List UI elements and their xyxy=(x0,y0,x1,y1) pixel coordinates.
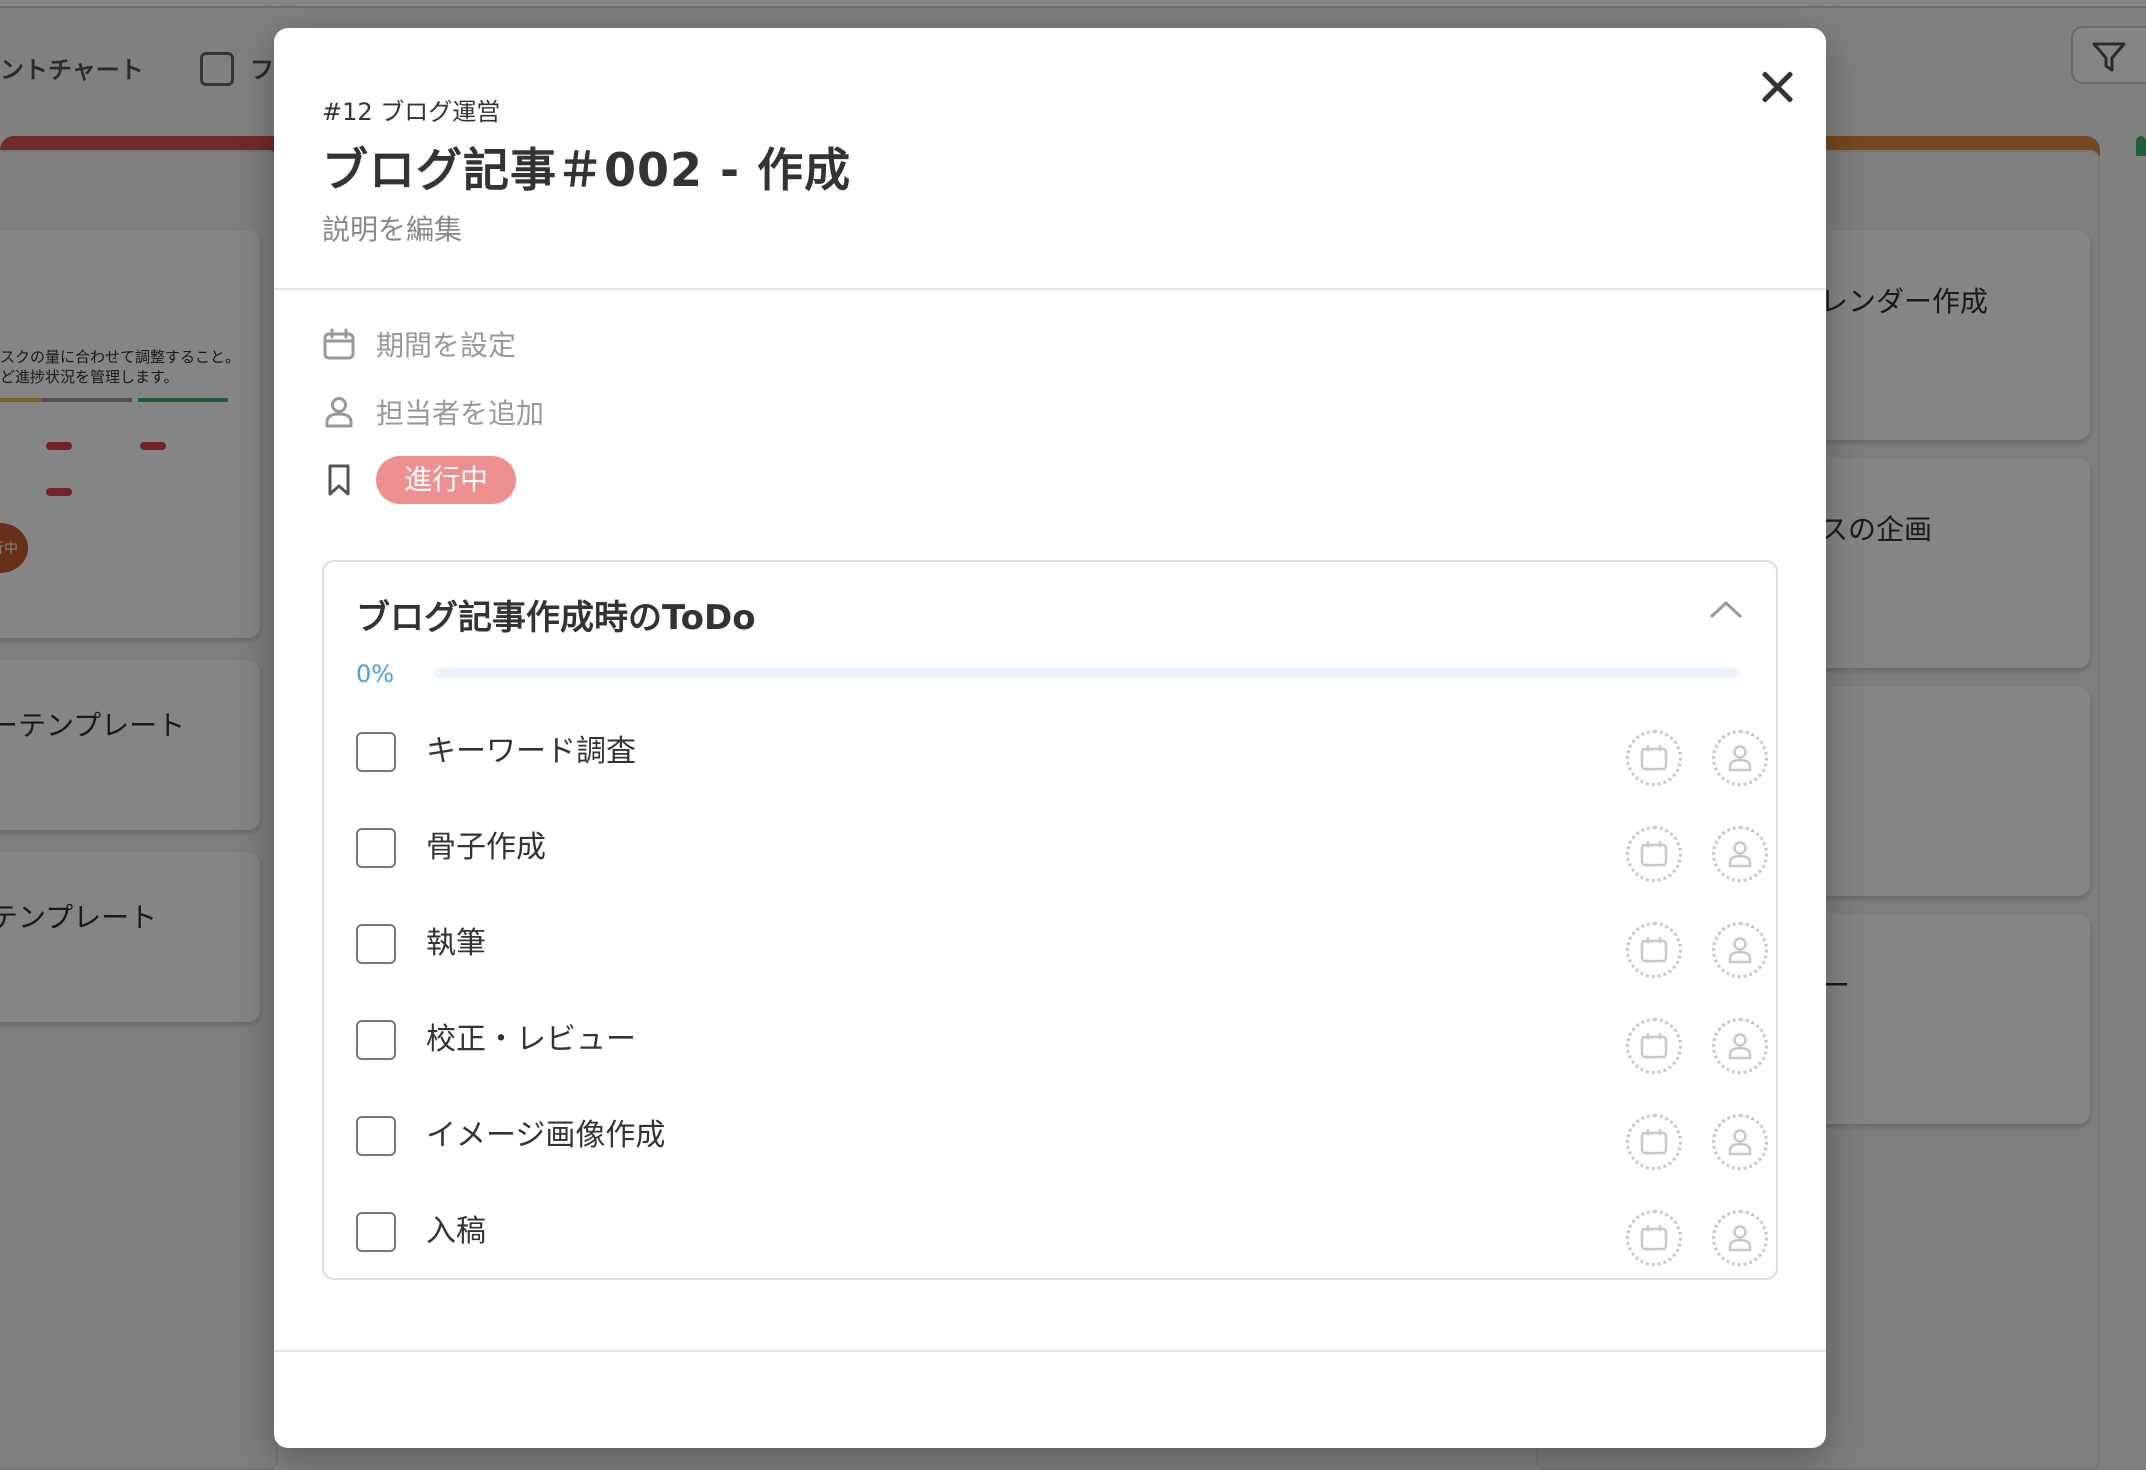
todo-label[interactable]: 骨子作成 xyxy=(426,828,546,868)
todo-label[interactable]: イメージ画像作成 xyxy=(426,1116,665,1156)
todo-date-button[interactable] xyxy=(1626,730,1682,786)
todo-assignee-button[interactable] xyxy=(1712,730,1768,786)
todo-label[interactable]: 執筆 xyxy=(426,924,486,964)
task-detail-modal: #12 ブログ運営 ブログ記事＃002 - 作成 説明を編集 期間を設定 担当者… xyxy=(274,28,1826,1448)
todo-date-button[interactable] xyxy=(1626,1114,1682,1170)
calendar-icon xyxy=(1640,745,1668,771)
todo-assignee-button[interactable] xyxy=(1712,826,1768,882)
todo-checkbox[interactable] xyxy=(356,1212,396,1252)
todo-date-button[interactable] xyxy=(1626,826,1682,882)
todo-date-button[interactable] xyxy=(1626,1018,1682,1074)
todo-assignee-button[interactable] xyxy=(1712,922,1768,978)
todo-item: 骨子作成 xyxy=(356,818,1768,890)
todo-assignee-button[interactable] xyxy=(1712,1114,1768,1170)
todo-checkbox[interactable] xyxy=(356,924,396,964)
calendar-icon xyxy=(1640,1225,1668,1251)
person-icon xyxy=(1728,841,1752,868)
calendar-icon xyxy=(1640,937,1668,963)
todo-checkbox[interactable] xyxy=(356,1020,396,1060)
progress-percent: 0% xyxy=(356,660,395,688)
todo-assignee-button[interactable] xyxy=(1712,1210,1768,1266)
person-icon xyxy=(1728,1033,1752,1060)
add-assignee-label[interactable]: 担当者を追加 xyxy=(376,392,544,432)
todo-item: 校正・レビュー xyxy=(356,1010,1768,1082)
person-icon xyxy=(1728,745,1752,772)
todo-label[interactable]: 校正・レビュー xyxy=(426,1020,636,1060)
calendar-icon xyxy=(1640,1033,1668,1059)
todo-label[interactable]: キーワード調査 xyxy=(426,732,636,772)
period-row[interactable]: 期間を設定 xyxy=(322,318,516,370)
person-icon xyxy=(1728,1129,1752,1156)
todo-checklist: ブログ記事作成時のToDo 0% キーワード調査 骨子作成 執筆 校正・レビュー… xyxy=(322,560,1778,1280)
close-icon[interactable] xyxy=(1752,62,1802,112)
edit-description-link[interactable]: 説明を編集 xyxy=(322,208,462,248)
status-row[interactable]: 進行中 xyxy=(322,454,517,506)
calendar-icon xyxy=(1640,841,1668,867)
person-icon xyxy=(322,395,356,429)
todo-item: 入稿 xyxy=(356,1202,1768,1274)
todo-checkbox[interactable] xyxy=(356,828,396,868)
todo-checkbox[interactable] xyxy=(356,732,396,772)
todo-checkbox[interactable] xyxy=(356,1116,396,1156)
todo-label[interactable]: 入稿 xyxy=(426,1212,486,1252)
bookmark-icon xyxy=(322,463,356,497)
todo-item: キーワード調査 xyxy=(356,722,1768,794)
checklist-title[interactable]: ブログ記事作成時のToDo xyxy=(356,590,756,639)
chevron-up-icon[interactable] xyxy=(1706,592,1746,628)
calendar-icon xyxy=(322,327,356,361)
todo-date-button[interactable] xyxy=(1626,922,1682,978)
progress-bar xyxy=(434,668,1740,678)
status-badge[interactable]: 進行中 xyxy=(376,456,517,504)
todo-date-button[interactable] xyxy=(1626,1210,1682,1266)
header-divider xyxy=(274,288,1826,290)
todo-assignee-button[interactable] xyxy=(1712,1018,1768,1074)
todo-item: 執筆 xyxy=(356,914,1768,986)
project-label[interactable]: #12 ブログ運営 xyxy=(322,92,500,127)
task-title[interactable]: ブログ記事＃002 - 作成 xyxy=(322,134,851,200)
footer-divider xyxy=(274,1350,1826,1352)
assignee-row[interactable]: 担当者を追加 xyxy=(322,386,544,438)
set-period-label[interactable]: 期間を設定 xyxy=(376,324,516,364)
person-icon xyxy=(1728,937,1752,964)
todo-item: イメージ画像作成 xyxy=(356,1106,1768,1178)
calendar-icon xyxy=(1640,1129,1668,1155)
person-icon xyxy=(1728,1225,1752,1252)
